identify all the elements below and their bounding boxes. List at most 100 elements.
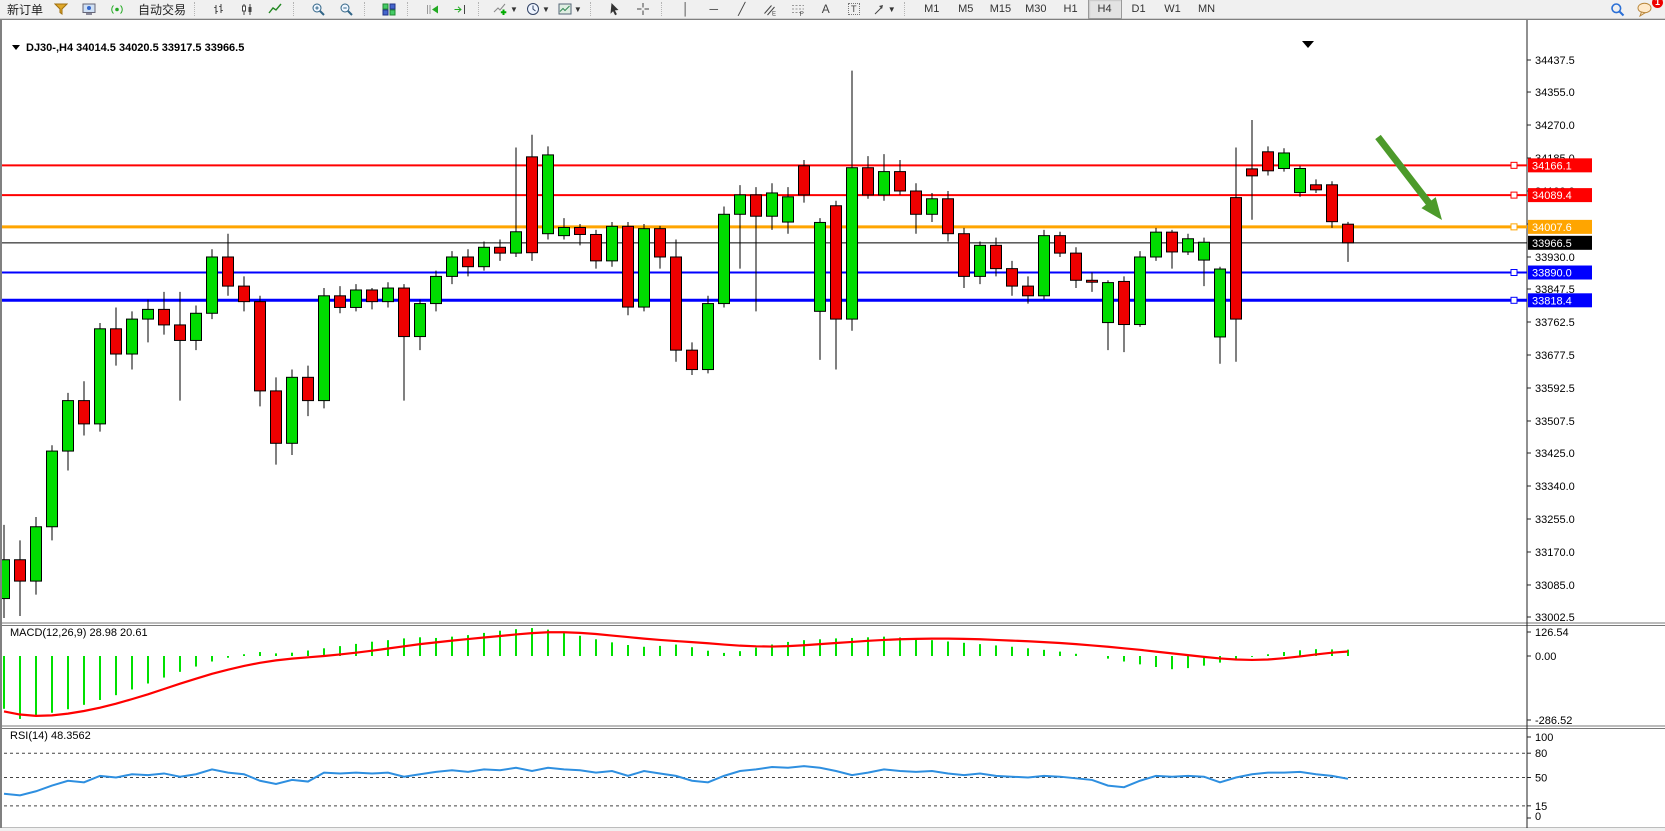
candle-body: [191, 313, 202, 340]
svg-text:33340.0: 33340.0: [1535, 481, 1575, 493]
zoom-in-icon[interactable]: [305, 0, 331, 18]
svg-text:34270.0: 34270.0: [1535, 120, 1575, 132]
hline-icon: ─: [710, 3, 719, 15]
templates-icon[interactable]: ▼: [555, 0, 585, 18]
candle-body: [1199, 242, 1210, 260]
vline-icon[interactable]: │: [673, 0, 699, 18]
candle-body: [991, 245, 1002, 268]
svg-text:33425.0: 33425.0: [1535, 448, 1575, 460]
hline-icon[interactable]: ─: [701, 0, 727, 18]
candle-body: [911, 191, 922, 214]
timeframe-button-m5[interactable]: M5: [949, 0, 983, 19]
vline-icon: │: [682, 3, 690, 15]
timeframe-button-h4[interactable]: H4: [1088, 0, 1122, 19]
candle-body: [975, 245, 986, 276]
candle-body: [895, 172, 906, 191]
tile-windows-icon[interactable]: [376, 0, 402, 18]
terminal-icon[interactable]: [76, 0, 102, 18]
candle-body: [927, 199, 938, 215]
timeframe-button-w1[interactable]: W1: [1156, 0, 1190, 19]
trendline-icon[interactable]: ╱: [729, 0, 755, 18]
candle-body: [959, 234, 970, 277]
terminal-icon: [82, 3, 96, 16]
notifications-icon[interactable]: 1: [1632, 0, 1658, 18]
candle-body: [1119, 281, 1130, 324]
line-chart-icon[interactable]: [262, 0, 288, 18]
candle-body: [767, 193, 778, 216]
candle-body: [655, 229, 666, 257]
svg-text:F: F: [799, 11, 803, 16]
signal-icon[interactable]: [104, 0, 130, 18]
chart-shift-icon[interactable]: [447, 0, 473, 18]
price-chart[interactable]: 34437.534355.034270.034185.034100.034015…: [2, 20, 1665, 828]
text-icon[interactable]: A: [813, 0, 839, 18]
svg-text:0: 0: [1535, 811, 1541, 823]
funnel-icon[interactable]: [48, 0, 74, 18]
dropdown-arrow-icon[interactable]: ▼: [542, 5, 550, 14]
candle-body: [1167, 232, 1178, 252]
svg-text:33930.0: 33930.0: [1535, 252, 1575, 264]
candle-body: [1263, 152, 1274, 171]
periods-icon[interactable]: ▼: [523, 0, 553, 18]
timeframe-button-m1[interactable]: M1: [915, 0, 949, 19]
auto-scroll-icon: [425, 3, 439, 16]
crosshair-icon[interactable]: [630, 0, 656, 18]
indicators-icon: [493, 2, 508, 16]
rsi-panel: RSI(14) 48.35621008050150: [4, 730, 1553, 823]
candle-body: [255, 302, 266, 391]
candle-body: [79, 401, 90, 424]
timeframe-button-mn[interactable]: MN: [1190, 0, 1224, 19]
toolbar-right-group: 1: [1603, 0, 1659, 18]
new-order-button[interactable]: 新订单: [1, 0, 46, 18]
level-handle[interactable]: [1511, 224, 1517, 230]
price-axis: 34437.534355.034270.034185.034100.034015…: [1527, 55, 1575, 624]
timeframe-button-d1[interactable]: D1: [1122, 0, 1156, 19]
dropdown-arrow-icon[interactable]: ▼: [888, 5, 896, 14]
candlestick-series: [2, 71, 1354, 618]
line-chart-icon: [268, 3, 282, 16]
crosshair-icon: [636, 2, 650, 16]
level-handle[interactable]: [1511, 162, 1517, 168]
candle-body: [1231, 198, 1242, 319]
cursor-icon[interactable]: [602, 0, 628, 18]
candle-body: [319, 296, 330, 401]
toolbar-separator: [904, 2, 912, 16]
candle-body: [1039, 236, 1050, 296]
annotation-arrow[interactable]: [1378, 137, 1442, 220]
svg-text:34007.6: 34007.6: [1532, 222, 1572, 234]
candle-body: [1183, 239, 1194, 252]
fibonacci-icon[interactable]: F: [785, 0, 811, 18]
candle-body: [623, 226, 634, 307]
arrows-icon: [872, 3, 886, 16]
level-handle[interactable]: [1511, 270, 1517, 276]
arrows-icon[interactable]: ▼: [869, 0, 899, 18]
dropdown-arrow-icon[interactable]: ▼: [574, 5, 582, 14]
label-icon: T: [848, 3, 860, 15]
collapse-triangle-icon[interactable]: [12, 45, 20, 50]
candlestick-icon[interactable]: [234, 0, 260, 18]
level-handle[interactable]: [1511, 192, 1517, 198]
candle-body: [1087, 280, 1098, 282]
candle-body: [415, 304, 426, 337]
tile-windows-icon: [382, 3, 396, 16]
candle-body: [47, 451, 58, 527]
candle-body: [159, 309, 170, 325]
zoom-out-icon[interactable]: [333, 0, 359, 18]
indicators-icon[interactable]: ▼: [490, 0, 521, 18]
dropdown-arrow-icon[interactable]: ▼: [510, 5, 518, 14]
mt4-terminal: { "toolbar": { "new_order_label": "新订单",…: [0, 0, 1665, 831]
svg-text:33762.5: 33762.5: [1535, 317, 1575, 329]
channel-icon[interactable]: E: [757, 0, 783, 18]
toolbar-separator: [364, 2, 372, 16]
timeframe-button-m30[interactable]: M30: [1018, 0, 1053, 19]
timeframe-button-m15[interactable]: M15: [983, 0, 1018, 19]
auto-scroll-icon[interactable]: [419, 0, 445, 18]
timeframe-button-h1[interactable]: H1: [1054, 0, 1088, 19]
autotrade-button[interactable]: 自动交易: [132, 0, 189, 18]
search-icon[interactable]: [1604, 0, 1630, 18]
bar-chart-icon[interactable]: [206, 0, 232, 18]
label-icon[interactable]: T: [841, 0, 867, 18]
chart-title-text: DJ30-,H4 34014.5 34020.5 33917.5 33966.5: [26, 42, 244, 54]
level-handle[interactable]: [1511, 297, 1517, 303]
chart-window[interactable]: 34437.534355.034270.034185.034100.034015…: [0, 19, 1665, 828]
